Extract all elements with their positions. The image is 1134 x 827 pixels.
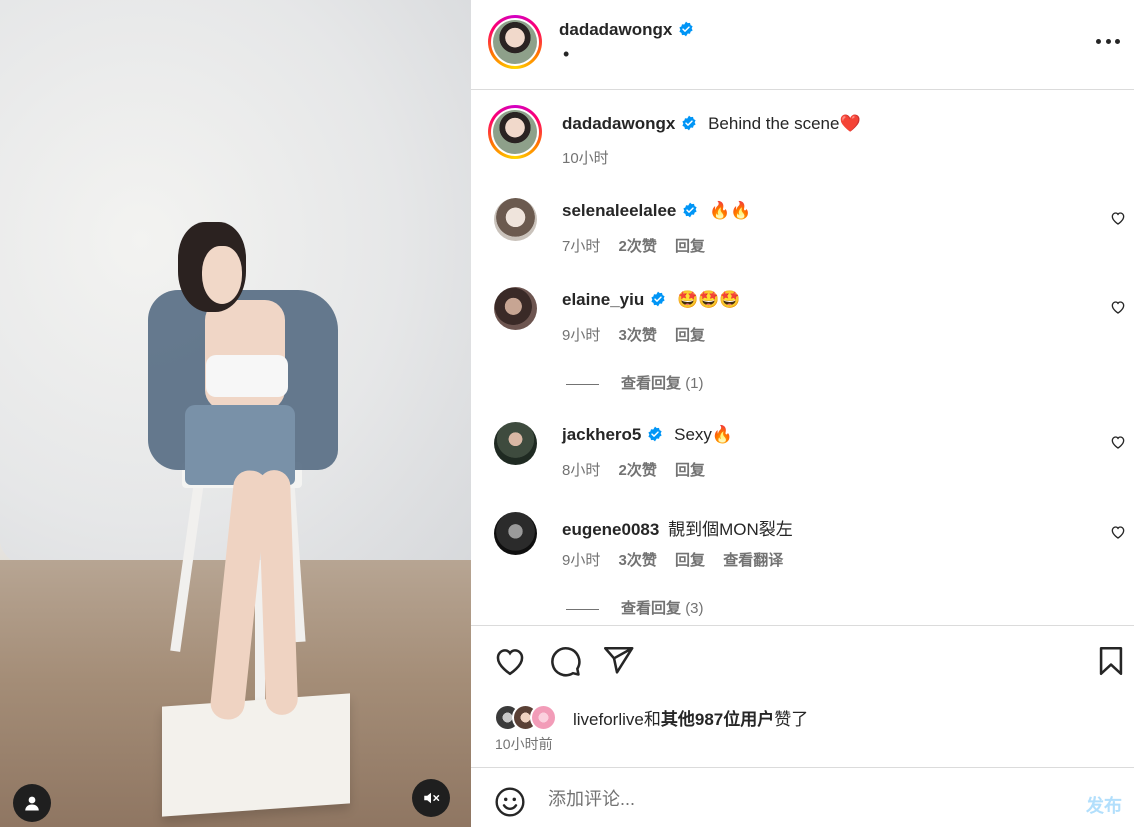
comment-username[interactable]: jackhero5 — [562, 425, 641, 444]
heart-icon[interactable] — [493, 644, 527, 678]
comment: eugene0083 靚到個MON裂左 — [562, 515, 793, 540]
see-translation-button[interactable]: 查看翻译 — [723, 552, 783, 569]
author-username[interactable]: dadadawongx — [559, 20, 672, 39]
heart-icon[interactable] — [1110, 210, 1126, 226]
comment-likes[interactable]: 2次赞 — [619, 462, 657, 479]
post-detail-panel: dadadawongx • dadadawongx Behind the sce… — [471, 0, 1134, 827]
comment: selenaleelalee 🔥🔥 — [562, 201, 751, 221]
comment-meta: 9小时 3次赞 回复 — [562, 324, 705, 345]
comment-meta: 7小时 2次赞 回复 — [562, 235, 705, 256]
liker-avatars[interactable] — [494, 703, 557, 731]
comment-text: 🤩🤩🤩 — [676, 290, 741, 309]
comment-likes[interactable]: 3次赞 — [619, 327, 657, 344]
comment-avatar[interactable] — [494, 512, 537, 555]
caption-author-avatar[interactable] — [488, 105, 542, 159]
caption-text: Behind the scene❤️ — [708, 114, 861, 133]
comment-bubble-icon[interactable] — [548, 644, 582, 678]
post-comment-button[interactable]: 发布 — [1086, 792, 1122, 818]
author-name-row: dadadawongx — [559, 20, 694, 40]
verified-badge-icon — [648, 426, 662, 442]
view-replies-button[interactable]: 查看回复 (1) — [566, 372, 704, 393]
verified-badge-icon — [679, 21, 693, 37]
comment-time: 7小时 — [562, 238, 601, 255]
comment-likes[interactable]: 2次赞 — [619, 238, 657, 255]
heart-icon[interactable] — [1110, 299, 1126, 315]
comment-input[interactable] — [548, 787, 1048, 811]
reply-button[interactable]: 回复 — [675, 552, 705, 569]
comment-avatar[interactable] — [494, 422, 537, 465]
view-replies-label: 查看回复 — [621, 600, 682, 617]
speaker-muted-icon — [424, 792, 440, 804]
first-liker[interactable]: liveforlive — [573, 710, 644, 729]
likes-summary[interactable]: liveforlive和其他987位用户赞了 — [573, 705, 808, 730]
header-subtitle: • — [563, 44, 570, 64]
profile-tag-button[interactable] — [13, 784, 51, 822]
comment-time: 9小时 — [562, 552, 601, 569]
comment-text: 🔥🔥 — [709, 201, 752, 220]
heart-icon[interactable] — [1110, 434, 1126, 450]
comment-meta: 9小时 3次赞 回复 查看翻译 — [562, 549, 783, 570]
comment-avatar[interactable] — [494, 198, 537, 241]
mute-toggle-button[interactable] — [412, 779, 450, 817]
comment-avatar[interactable] — [494, 287, 537, 330]
comment: jackhero5 Sexy🔥 — [562, 425, 733, 445]
paper-plane-icon[interactable] — [601, 644, 635, 678]
face — [202, 246, 242, 304]
post-header: dadadawongx • — [471, 0, 1134, 90]
user-icon — [25, 796, 39, 811]
verified-badge-icon — [683, 202, 697, 218]
view-replies-count: (1) — [685, 375, 704, 392]
comment-composer: 发布 — [471, 767, 1134, 827]
post-media-video[interactable] — [0, 0, 471, 827]
reply-button[interactable]: 回复 — [675, 327, 705, 344]
reply-button[interactable]: 回复 — [675, 462, 705, 479]
comment-text: 靚到個MON裂左 — [668, 520, 793, 539]
view-replies-label: 查看回复 — [621, 375, 682, 392]
caption: dadadawongx Behind the scene❤️ — [562, 114, 861, 134]
avatar — [530, 703, 557, 731]
verified-badge-icon — [682, 115, 696, 131]
comment-username[interactable]: elaine_yiu — [562, 290, 644, 309]
view-replies-count: (3) — [685, 600, 704, 617]
heart-icon[interactable] — [1110, 524, 1126, 540]
author-avatar[interactable] — [488, 15, 542, 69]
emoji-smile-icon[interactable] — [494, 786, 526, 818]
more-horizontal-icon — [1096, 38, 1101, 44]
reply-button[interactable]: 回复 — [675, 238, 705, 255]
comment-username[interactable]: selenaleelalee — [562, 201, 676, 220]
white-box — [162, 693, 350, 817]
comment: elaine_yiu 🤩🤩🤩 — [562, 290, 740, 310]
comment-username[interactable]: eugene0083 — [562, 520, 659, 539]
post-timestamp[interactable]: 10小时前 — [495, 734, 553, 754]
comment-meta: 8小时 2次赞 回复 — [562, 459, 705, 480]
caption-time: 10小时 — [562, 150, 609, 167]
view-replies-button[interactable]: 查看回复 (3) — [566, 597, 704, 618]
comment-likes[interactable]: 3次赞 — [619, 552, 657, 569]
comment-time: 9小时 — [562, 327, 601, 344]
post-actions: liveforlive和其他987位用户赞了 10小时前 — [471, 625, 1134, 767]
other-likers[interactable]: 其他987位用户 — [661, 710, 774, 729]
comments-list[interactable]: dadadawongx Behind the scene❤️ 10小时 sele… — [471, 90, 1134, 625]
bookmark-icon[interactable] — [1094, 644, 1128, 678]
verified-badge-icon — [651, 291, 665, 307]
caption-username[interactable]: dadadawongx — [562, 114, 675, 133]
more-options-button[interactable] — [1096, 36, 1120, 46]
comment-text: Sexy🔥 — [674, 425, 734, 444]
comment-time: 8小时 — [562, 462, 601, 479]
white-top — [206, 355, 288, 397]
